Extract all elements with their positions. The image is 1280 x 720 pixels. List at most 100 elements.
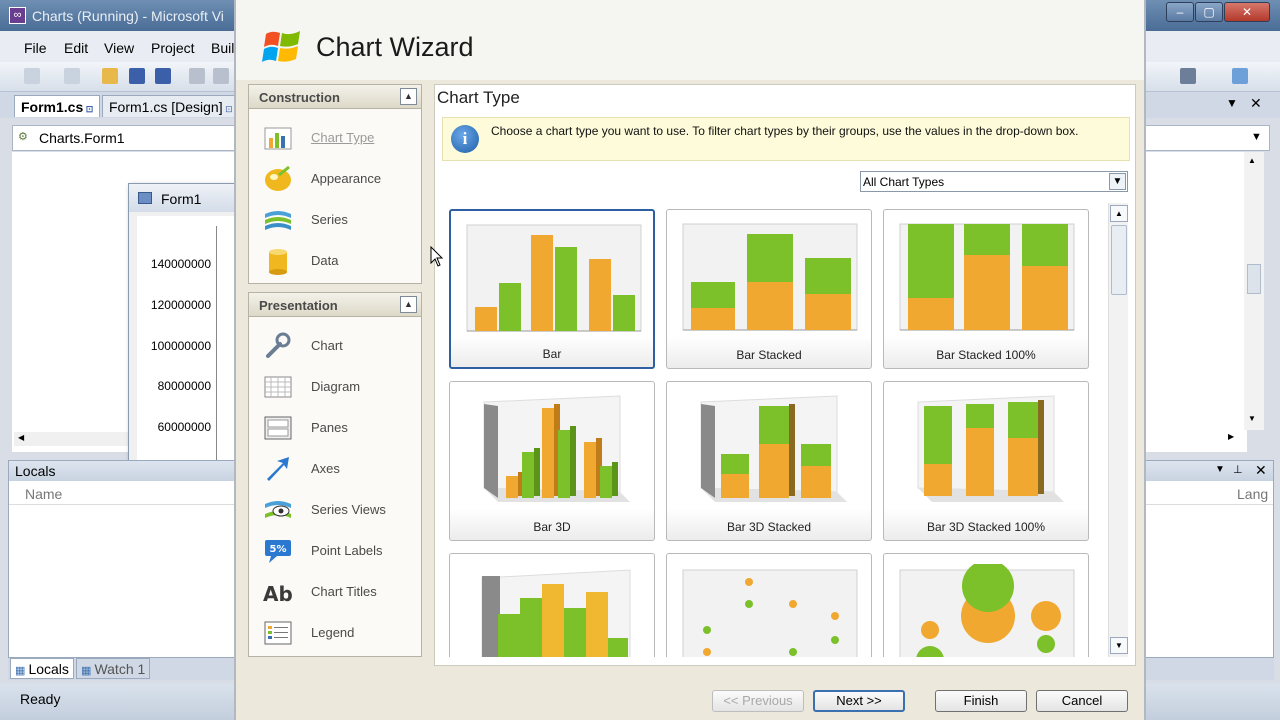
chart-type-point-tile[interactable]	[666, 553, 872, 657]
minimize-icon[interactable]: –	[1166, 2, 1194, 22]
menu-project[interactable]: Project	[151, 40, 195, 56]
info-icon: i	[451, 125, 479, 153]
lock-icon: ⊡	[83, 104, 94, 114]
cut-icon[interactable]	[189, 68, 205, 84]
scroll-down-icon[interactable]: ▼	[1110, 637, 1128, 654]
save-all-icon[interactable]	[155, 68, 171, 84]
windows-logo-icon	[262, 31, 300, 62]
collapse-construction-icon[interactable]: ▲	[400, 88, 417, 105]
locals-icon: ▦	[15, 665, 29, 677]
nav-axes[interactable]: Axes	[249, 448, 421, 488]
nav-label: Series Views	[311, 502, 386, 517]
wizard-title: Chart Wizard	[316, 32, 474, 62]
gallery-scrollbar[interactable]: ▲ ▼	[1108, 203, 1128, 657]
add-item-icon[interactable]	[64, 68, 80, 84]
cancel-button[interactable]: Cancel	[1036, 690, 1128, 712]
tab-watch1[interactable]: ▦ Watch 1	[76, 658, 151, 679]
previous-button[interactable]: << Previous	[712, 690, 804, 712]
class-icon: ⚙	[18, 131, 28, 143]
toolbar-icon-right-2[interactable]	[1232, 68, 1248, 84]
construction-group: Construction ▲ Chart Type Appearance Ser…	[248, 84, 422, 284]
vs-window-title: Charts (Running) - Microsoft Vi	[32, 8, 224, 24]
language-column-header[interactable]: Lang	[1237, 486, 1268, 502]
open-folder-icon[interactable]	[102, 68, 118, 84]
nav-series[interactable]: Series	[249, 199, 421, 239]
chart-type-bar-stacked[interactable]: Bar Stacked	[666, 209, 872, 369]
chart-type-bar-3d-stacked-100[interactable]: Bar 3D Stacked 100%	[883, 381, 1089, 541]
nav-chart-type[interactable]: Chart Type	[249, 117, 421, 157]
scroll-left-icon[interactable]: ◀	[18, 433, 24, 442]
member-combo-dropdown-icon[interactable]: ▼	[1251, 131, 1262, 143]
chart-type-bubble-tile[interactable]	[883, 553, 1089, 657]
scroll-thumb[interactable]	[1247, 264, 1261, 294]
tab-form1-cs[interactable]: Form1.cs ⊡	[14, 95, 101, 117]
pin-icon[interactable]: ⊥	[1233, 463, 1243, 476]
close-locals-icon[interactable]: ✕	[1255, 462, 1267, 479]
window-position-icon[interactable]: ▼	[1215, 464, 1225, 475]
nav-label: Axes	[311, 461, 340, 476]
info-panel: i Choose a chart type you want to use. T…	[442, 117, 1130, 161]
chart-type-bar[interactable]: Bar	[449, 209, 655, 369]
info-text: Choose a chart type you want to use. To …	[491, 124, 1079, 138]
lock-icon: ⊡	[222, 104, 233, 114]
chevron-down-icon[interactable]: ▼	[1109, 173, 1126, 190]
finish-button[interactable]: Finish	[935, 690, 1027, 712]
y-tick-label: 80000000	[157, 379, 211, 393]
maximize-icon[interactable]: ▢	[1195, 2, 1223, 22]
axes-arrow-icon	[267, 457, 289, 481]
menu-build[interactable]: Buil	[211, 40, 234, 56]
chart-type-bar-3d[interactable]: Bar 3D	[449, 381, 655, 541]
nav-series-views[interactable]: Series Views	[249, 489, 421, 529]
panes-icon	[264, 416, 292, 440]
save-icon[interactable]	[129, 68, 145, 84]
presentation-header: Presentation ▲	[249, 293, 421, 317]
chart-type-page: Chart Type i Choose a chart type you wan…	[434, 84, 1136, 666]
palette-icon	[265, 165, 291, 191]
nav-data[interactable]: Data	[249, 240, 421, 280]
class-combo-value: Charts.Form1	[39, 130, 125, 146]
toolbar-icon-right-1[interactable]	[1180, 68, 1196, 84]
scroll-up-icon[interactable]: ▲	[1248, 156, 1256, 165]
name-column-header[interactable]: Name	[25, 486, 62, 502]
chart-titles-icon: Ab	[263, 582, 293, 606]
menu-view[interactable]: View	[104, 40, 134, 56]
legend-icon	[264, 621, 292, 645]
scroll-thumb[interactable]	[1111, 225, 1127, 295]
tab-locals[interactable]: ▦ Locals	[10, 658, 74, 679]
collapse-presentation-icon[interactable]: ▲	[400, 296, 417, 313]
nav-appearance[interactable]: Appearance	[249, 158, 421, 198]
nav-point-labels[interactable]: 5% Point Labels	[249, 530, 421, 570]
menu-file[interactable]: File	[24, 40, 47, 56]
copy-icon[interactable]	[213, 68, 229, 84]
scroll-right-icon[interactable]: ▶	[1228, 432, 1234, 441]
presentation-header-label: Presentation	[259, 298, 338, 313]
menu-edit[interactable]: Edit	[64, 40, 88, 56]
series-views-icon	[265, 501, 291, 518]
designer-horizontal-scrollbar[interactable]: ◀	[14, 432, 129, 446]
scroll-down-icon[interactable]: ▼	[1248, 414, 1256, 423]
mouse-cursor-icon	[430, 246, 444, 267]
scroll-up-icon[interactable]: ▲	[1110, 205, 1128, 222]
nav-panes[interactable]: Panes	[249, 407, 421, 447]
chart-type-3d-bar-tile[interactable]	[449, 553, 655, 657]
nav-diagram[interactable]: Diagram	[249, 366, 421, 406]
next-button[interactable]: Next >>	[813, 690, 905, 712]
chart-type-bar-3d-stacked[interactable]: Bar 3D Stacked	[666, 381, 872, 541]
close-icon[interactable]: ✕	[1224, 2, 1270, 22]
nav-legend[interactable]: Legend	[249, 612, 421, 652]
chart-type-filter-dropdown[interactable]: All Chart Types ▼	[860, 171, 1128, 192]
chart-type-bar-stacked-100[interactable]: Bar Stacked 100%	[883, 209, 1089, 369]
tab-label: Watch 1	[94, 661, 146, 677]
wrench-icon	[266, 332, 291, 358]
tab-form1-design[interactable]: Form1.cs [Design] ⊡	[102, 95, 240, 117]
filter-value: All Chart Types	[863, 175, 945, 189]
nav-label: Chart	[311, 338, 343, 353]
designer-vertical-scrollbar[interactable]: ▲ ▼	[1244, 152, 1264, 430]
nav-label: Series	[311, 212, 348, 227]
nav-chart-titles[interactable]: Ab Chart Titles	[249, 571, 421, 611]
new-project-icon[interactable]	[24, 68, 40, 84]
tab-list-dropdown-icon[interactable]: ▼	[1226, 96, 1238, 110]
point-thumbnail	[682, 569, 858, 657]
close-document-icon[interactable]: ✕	[1250, 95, 1262, 112]
nav-chart[interactable]: Chart	[249, 325, 421, 365]
